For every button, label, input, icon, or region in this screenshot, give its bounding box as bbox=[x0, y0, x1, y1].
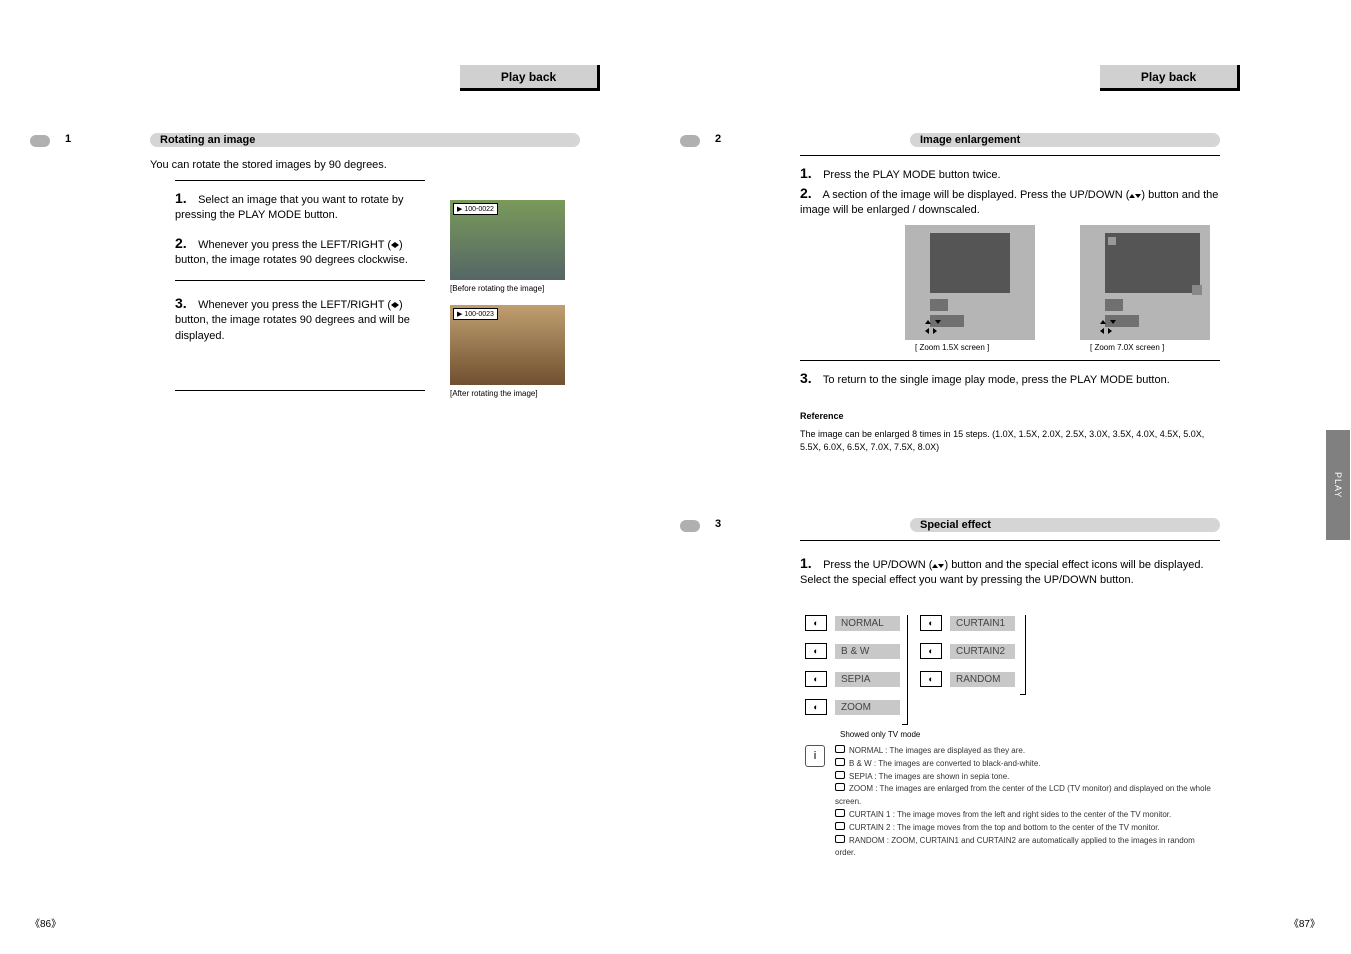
effect-label-normal: NORMAL bbox=[835, 616, 900, 631]
divider-3 bbox=[175, 390, 425, 391]
r-step-1: 1. Press the PLAY MODE button twice. bbox=[800, 165, 1001, 183]
info-5: CURTAIN 2 : The image moves from the top… bbox=[849, 823, 1160, 832]
lcd1-caption: [ Zoom 1.5X screen ] bbox=[915, 343, 989, 352]
effect-icon-zoom: ◐ bbox=[805, 699, 827, 715]
info-2: SEPIA : The images are shown in sepia to… bbox=[849, 772, 1009, 781]
photo2-label: ▶ 100-0023 bbox=[453, 308, 498, 320]
section-title-3-text: Special effect bbox=[920, 519, 991, 531]
divider-r3 bbox=[800, 540, 1220, 541]
photo1-caption: [Before rotating the image] bbox=[450, 284, 544, 293]
section-title-2: Image enlargement bbox=[910, 133, 1220, 147]
photo-before: ▶ 100-0022 bbox=[450, 200, 565, 280]
effects-col-2: ◐ CURTAIN1 ◐ CURTAIN2 ◐ RANDOM bbox=[920, 615, 1015, 699]
effect-label-curtain2: CURTAIN2 bbox=[950, 644, 1015, 659]
divider-1 bbox=[175, 180, 425, 181]
r-step-3: 3. To return to the single image play mo… bbox=[800, 370, 1220, 388]
step3-text: Whenever you press the LEFT/RIGHT () but… bbox=[175, 299, 410, 342]
effect-zoom: ◐ ZOOM bbox=[805, 699, 900, 715]
lcd2-caption: [ Zoom 7.0X screen ] bbox=[1090, 343, 1164, 352]
bracket-left bbox=[902, 615, 908, 725]
effect-normal: ◐ NORMAL bbox=[805, 615, 900, 631]
divider-r1 bbox=[800, 155, 1220, 156]
effect-icon-normal: ◐ bbox=[805, 615, 827, 631]
header-left: Play back bbox=[460, 65, 600, 91]
reference-block: Reference The image can be enlarged 8 ti… bbox=[800, 410, 1220, 455]
r-step1-text: Press the PLAY MODE button twice. bbox=[823, 169, 1001, 181]
effect-label-bw: B & W bbox=[835, 644, 900, 659]
step1-text: Select an image that you want to rotate … bbox=[175, 194, 404, 221]
divider-2 bbox=[175, 280, 425, 281]
info-6: RANDOM : ZOOM, CURTAIN1 and CURTAIN2 are… bbox=[835, 836, 1195, 858]
effect-curtain2: ◐ CURTAIN2 bbox=[920, 643, 1015, 659]
effect-curtain1: ◐ CURTAIN1 bbox=[920, 615, 1015, 631]
step1-num: 1. bbox=[175, 190, 195, 206]
r-step3-num: 3. bbox=[800, 370, 820, 386]
effect-icon-bw: ◐ bbox=[805, 643, 827, 659]
lcd-zoom-7-0 bbox=[1080, 225, 1210, 340]
photo1-label: ▶ 100-0022 bbox=[453, 203, 498, 215]
pagenum-right: 《87》 bbox=[1289, 915, 1320, 930]
header-right: Play back bbox=[1100, 65, 1240, 91]
r3-step-1: 1. Press the UP/DOWN () button and the s… bbox=[800, 555, 1220, 589]
photo2-caption: [After rotating the image] bbox=[450, 389, 538, 398]
effect-label-curtain1: CURTAIN1 bbox=[950, 616, 1015, 631]
r-step1-num: 1. bbox=[800, 165, 820, 181]
section-marker-2 bbox=[680, 135, 700, 147]
effect-sepia: ◐ SEPIA bbox=[805, 671, 900, 687]
step2-text: Whenever you press the LEFT/RIGHT () but… bbox=[175, 239, 408, 266]
step-3: 3. Whenever you press the LEFT/RIGHT () … bbox=[175, 295, 425, 344]
side-tab-play: PLAY bbox=[1326, 430, 1350, 540]
section-title-1-text: Rotating an image bbox=[160, 134, 255, 146]
divider-r2 bbox=[800, 360, 1220, 361]
section-title-2-text: Image enlargement bbox=[920, 134, 1020, 146]
intro-text: You can rotate the stored images by 90 d… bbox=[150, 158, 570, 173]
reference-body: The image can be enlarged 8 times in 15 … bbox=[800, 428, 1220, 455]
pagenum-left: 《86》 bbox=[30, 915, 61, 930]
bracket-right bbox=[1020, 615, 1026, 695]
photo-after: ▶ 100-0023 bbox=[450, 305, 565, 385]
section-num-2: 2 bbox=[715, 133, 721, 145]
r-step2-text: A section of the image will be displayed… bbox=[800, 189, 1218, 216]
effect-icon-random: ◐ bbox=[920, 671, 942, 687]
step-2: 2. Whenever you press the LEFT/RIGHT () … bbox=[175, 235, 425, 269]
section-title-3: Special effect bbox=[910, 518, 1220, 532]
r-step-2: 2. A section of the image will be displa… bbox=[800, 185, 1220, 219]
effect-label-sepia: SEPIA bbox=[835, 672, 900, 687]
effect-label-zoom: ZOOM bbox=[835, 700, 900, 715]
effect-icon-curtain1: ◐ bbox=[920, 615, 942, 631]
info-1: B & W : The images are converted to blac… bbox=[849, 759, 1041, 768]
section-marker-3 bbox=[680, 520, 700, 532]
step-1: 1. Select an image that you want to rota… bbox=[175, 190, 425, 224]
bracket-note: Showed only TV mode bbox=[840, 730, 920, 739]
section-num-3: 3 bbox=[715, 518, 721, 530]
page-left: Play back 1 Rotating an image You can ro… bbox=[30, 30, 670, 930]
info-icon bbox=[805, 745, 825, 767]
reference-title: Reference bbox=[800, 410, 1220, 424]
section-title-1: Rotating an image bbox=[150, 133, 580, 147]
r3-step1-num: 1. bbox=[800, 555, 820, 571]
effect-label-random: RANDOM bbox=[950, 672, 1015, 687]
section-num-1: 1 bbox=[65, 133, 71, 145]
step3-num: 3. bbox=[175, 295, 195, 311]
info-4: CURTAIN 1 : The image moves from the lef… bbox=[849, 810, 1171, 819]
info-3: ZOOM : The images are enlarged from the … bbox=[835, 784, 1211, 806]
info-list: NORMAL : The images are displayed as the… bbox=[835, 745, 1215, 860]
page-right: Play back 2 Image enlargement 1. Press t… bbox=[680, 30, 1320, 930]
effect-random: ◐ RANDOM bbox=[920, 671, 1015, 687]
effect-icon-sepia: ◐ bbox=[805, 671, 827, 687]
effect-bw: ◐ B & W bbox=[805, 643, 900, 659]
effect-icon-curtain2: ◐ bbox=[920, 643, 942, 659]
r-step3-text: To return to the single image play mode,… bbox=[823, 374, 1170, 386]
step2-num: 2. bbox=[175, 235, 195, 251]
effects-col-1: ◐ NORMAL ◐ B & W ◐ SEPIA ◐ ZOOM bbox=[805, 615, 900, 727]
info-0: NORMAL : The images are displayed as the… bbox=[849, 746, 1025, 755]
r-step2-num: 2. bbox=[800, 185, 820, 201]
r3-step1-text: Press the UP/DOWN () button and the spec… bbox=[800, 559, 1204, 586]
lcd-zoom-1-5 bbox=[905, 225, 1035, 340]
section-marker-1 bbox=[30, 135, 50, 147]
